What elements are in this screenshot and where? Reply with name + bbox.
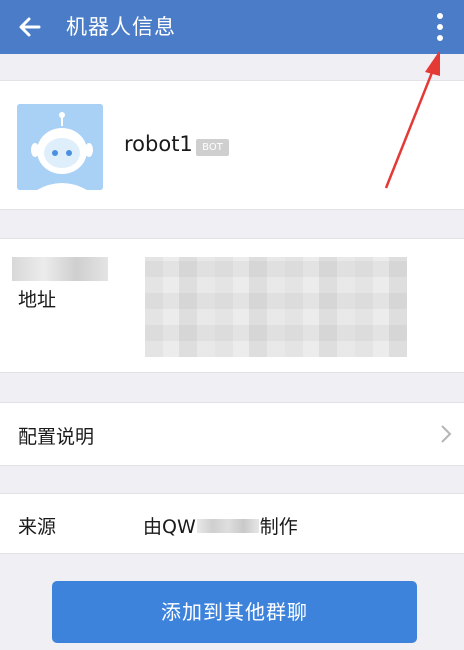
arrow-left-icon [19, 17, 41, 37]
source-label: 来源 [18, 516, 57, 538]
address-label: 地址 [18, 289, 57, 311]
robot-profile-card: robot1 BOT [0, 80, 464, 210]
redacted-creator-name [196, 518, 259, 533]
robot-info-screen: 机器人信息 robot1 BOT 地址 配置说明 来源 由QW 制作 添加到其他… [0, 0, 464, 650]
redacted-label-block [12, 257, 108, 281]
source-value-prefix: 由QW [143, 516, 196, 538]
chevron-right-icon [441, 425, 452, 443]
source-row: 来源 由QW 制作 [0, 493, 464, 554]
address-row: 地址 [0, 238, 464, 373]
app-header: 机器人信息 [0, 0, 464, 54]
robot-name: robot1 [124, 132, 193, 156]
source-value-suffix: 制作 [259, 516, 298, 538]
source-value: 由QW 制作 [143, 512, 298, 539]
bot-badge: BOT [196, 139, 229, 156]
config-instructions-label: 配置说明 [18, 426, 95, 448]
page-title: 机器人信息 [66, 15, 176, 39]
more-options-button[interactable] [426, 7, 454, 47]
redacted-address-value [145, 257, 407, 357]
robot-face-icon [17, 104, 103, 190]
back-button[interactable] [12, 9, 48, 45]
add-to-other-group-button[interactable]: 添加到其他群聊 [52, 581, 417, 643]
robot-avatar [17, 104, 103, 190]
more-vertical-icon [437, 13, 443, 41]
config-instructions-row[interactable]: 配置说明 [0, 402, 464, 466]
